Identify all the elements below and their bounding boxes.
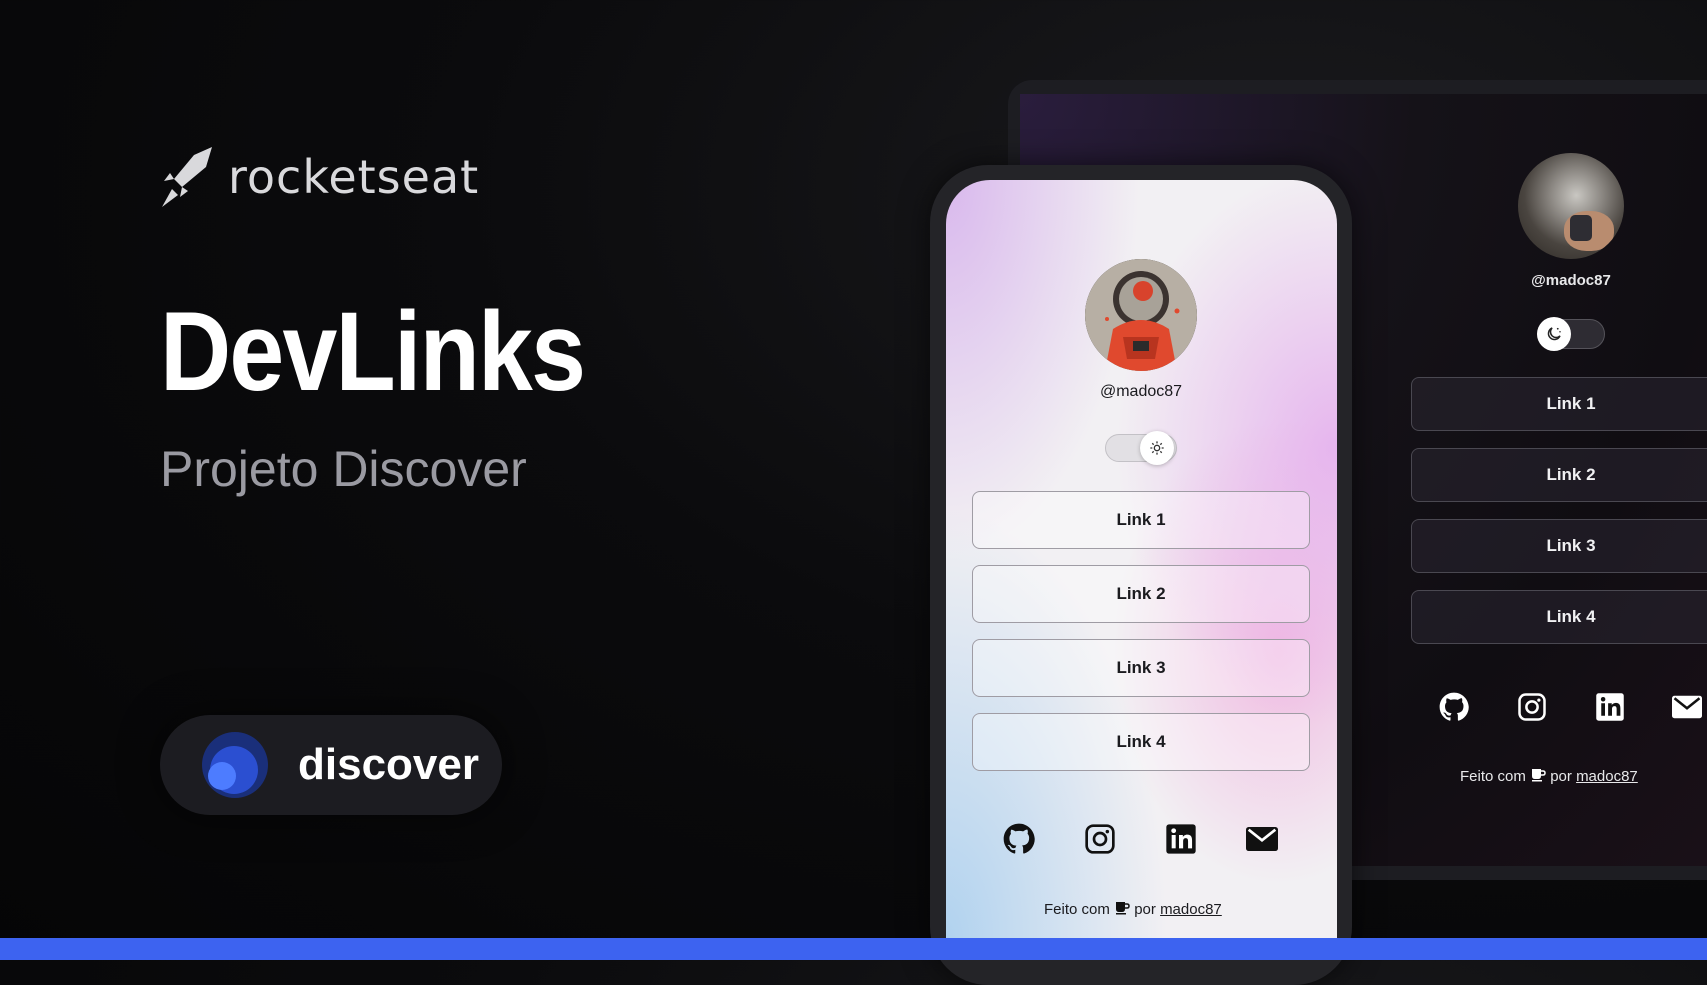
- link-button[interactable]: Link 4: [1411, 590, 1707, 644]
- avatar: [1085, 259, 1197, 371]
- link-button[interactable]: Link 2: [972, 565, 1310, 623]
- brand-logo: rocketseat: [160, 145, 479, 209]
- discover-logo-icon: [202, 732, 268, 798]
- mail-icon[interactable]: [1245, 822, 1279, 856]
- username: @madoc87: [1099, 383, 1183, 400]
- author-link[interactable]: madoc87: [1160, 901, 1222, 918]
- link-button[interactable]: Link 3: [972, 639, 1310, 697]
- username: @madoc87: [1531, 272, 1611, 289]
- footer-prefix: Feito com: [1044, 901, 1110, 918]
- accent-bar: [0, 938, 1707, 960]
- link-button[interactable]: Link 2: [1411, 448, 1707, 502]
- sun-icon: [1140, 431, 1174, 465]
- footer: Feito com por madoc87: [1460, 766, 1638, 785]
- discover-label: discover: [298, 740, 479, 789]
- link-label: Link 1: [1546, 394, 1596, 413]
- instagram-icon[interactable]: [1083, 822, 1117, 856]
- page-title: DevLinks: [160, 289, 586, 414]
- link-label: Link 2: [1546, 465, 1596, 484]
- author-link[interactable]: madoc87: [1576, 768, 1638, 785]
- link-button[interactable]: Link 1: [972, 491, 1310, 549]
- link-label: Link 3: [1116, 658, 1166, 677]
- coffee-icon: [1532, 769, 1546, 782]
- discover-badge: discover: [160, 715, 502, 815]
- linkedin-icon[interactable]: [1164, 822, 1198, 856]
- link-button[interactable]: Link 3: [1411, 519, 1707, 573]
- link-label: Link 3: [1546, 536, 1596, 555]
- moon-icon: [1537, 317, 1571, 351]
- avatar: [1518, 153, 1624, 259]
- link-label: Link 2: [1116, 584, 1166, 603]
- rocket-icon: [162, 147, 212, 207]
- github-icon[interactable]: [1002, 822, 1036, 856]
- footer-prefix: Feito com: [1460, 768, 1526, 785]
- coffee-icon: [1116, 902, 1130, 915]
- mail-icon[interactable]: [1670, 690, 1704, 724]
- footer-middle: por: [1134, 901, 1156, 918]
- link-button[interactable]: Link 1: [1411, 377, 1707, 431]
- link-label: Link 1: [1116, 510, 1166, 529]
- link-label: Link 4: [1116, 732, 1166, 751]
- page-subtitle: Projeto Discover: [160, 441, 527, 497]
- footer: Feito com por madoc87: [1044, 899, 1222, 918]
- footer-middle: por: [1550, 768, 1572, 785]
- instagram-icon[interactable]: [1515, 690, 1549, 724]
- theme-toggle[interactable]: [1537, 317, 1605, 351]
- linkedin-icon[interactable]: [1593, 690, 1627, 724]
- brand-name: rocketseat: [228, 150, 480, 204]
- github-icon[interactable]: [1437, 690, 1471, 724]
- theme-toggle[interactable]: [1105, 431, 1177, 465]
- link-button[interactable]: Link 4: [972, 713, 1310, 771]
- link-label: Link 4: [1546, 607, 1596, 626]
